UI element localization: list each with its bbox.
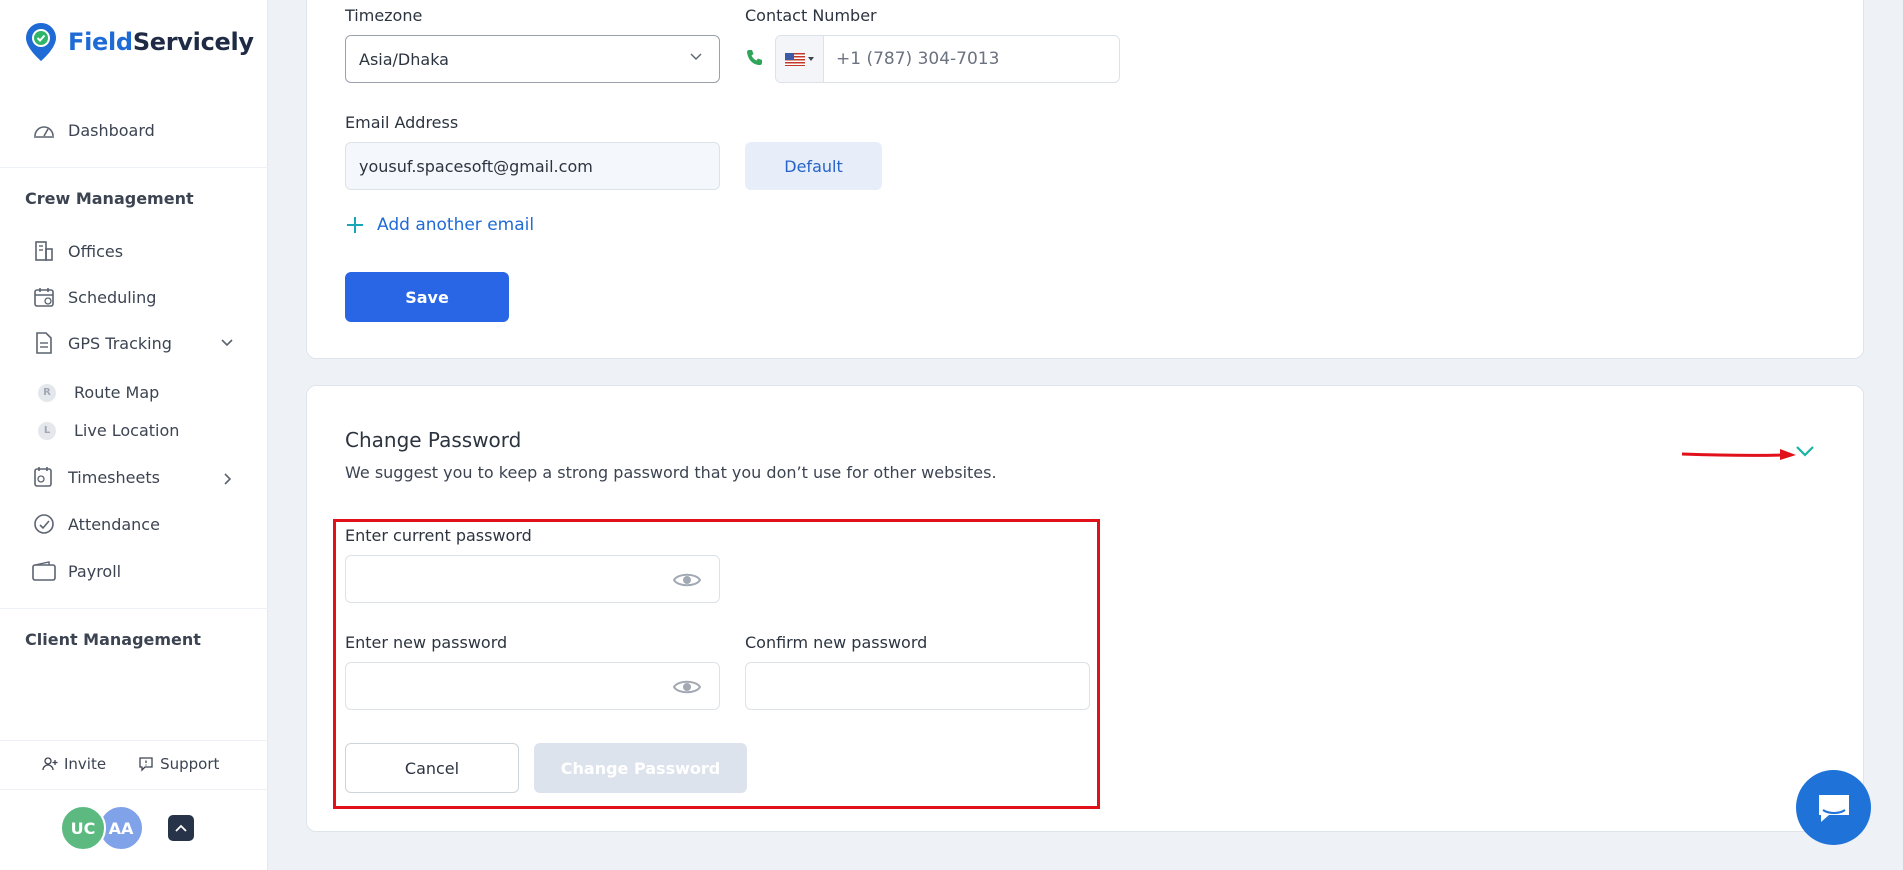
route-map-badge: R <box>38 383 56 402</box>
crew-management-heading: Crew Management <box>25 189 194 208</box>
nav-route-map[interactable]: R Route Map <box>38 383 159 402</box>
brand-name-part1: Field <box>68 28 133 56</box>
chevron-down-icon <box>690 53 702 60</box>
change-password-button[interactable]: Change Password <box>534 743 747 793</box>
nav-timesheets-label: Timesheets <box>68 467 160 487</box>
footer-divider <box>0 789 268 790</box>
chevron-down-icon[interactable] <box>220 338 234 348</box>
timezone-select[interactable]: Asia/Dhaka <box>345 35 720 83</box>
country-code-dropdown[interactable] <box>776 36 824 82</box>
brand-name-part2: Servicely <box>132 28 254 56</box>
nav-attendance-label: Attendance <box>68 514 160 534</box>
nav-payroll-label: Payroll <box>68 561 122 581</box>
avatar[interactable]: UC <box>60 805 106 851</box>
calendar-icon <box>32 285 56 309</box>
email-value: yousuf.spacesoft@gmail.com <box>359 156 593 176</box>
add-another-email-label: Add another email <box>377 215 535 235</box>
chat-icon <box>1818 794 1849 822</box>
current-password-input[interactable] <box>345 555 720 603</box>
nav-attendance[interactable]: Attendance <box>32 512 160 536</box>
nav-dashboard-label: Dashboard <box>68 120 155 140</box>
save-button[interactable]: Save <box>345 272 509 322</box>
change-password-title: Change Password <box>345 428 522 452</box>
nav-gps-tracking-label: GPS Tracking <box>68 333 172 353</box>
nav-offices-label: Offices <box>68 241 124 261</box>
phone-icon <box>747 50 762 65</box>
contact-number-field[interactable]: +1 (787) 304-7013 <box>775 35 1120 83</box>
nav-dashboard[interactable]: Dashboard <box>32 118 155 142</box>
attendance-gauge-icon <box>32 512 56 536</box>
speedometer-icon <box>32 118 56 142</box>
brand-logo[interactable]: FieldServicely <box>24 22 254 62</box>
client-management-heading: Client Management <box>25 630 201 649</box>
document-icon <box>32 331 56 355</box>
confirm-password-label: Confirm new password <box>745 633 928 652</box>
timesheet-icon <box>32 465 56 489</box>
chevron-up-icon <box>175 824 187 832</box>
nav-timesheets[interactable]: Timesheets <box>32 465 160 489</box>
sidebar: FieldServicely Dashboard Crew Management… <box>0 0 268 870</box>
wallet-icon <box>32 559 56 583</box>
eye-icon[interactable] <box>673 571 701 589</box>
eye-icon[interactable] <box>673 678 701 696</box>
location-pin-logo-icon <box>26 23 56 61</box>
nav-gps-tracking[interactable]: GPS Tracking <box>32 331 172 355</box>
support-link[interactable]: Support <box>138 755 219 773</box>
annotation-arrow <box>1681 449 1796 460</box>
chevron-down-icon[interactable] <box>1794 443 1816 459</box>
brand-name: FieldServicely <box>68 28 254 56</box>
new-password-label: Enter new password <box>345 633 508 652</box>
phone-number-value: +1 (787) 304-7013 <box>836 49 1000 69</box>
timezone-label: Timezone <box>345 6 423 25</box>
footer-links: Invite Support <box>42 755 219 773</box>
contact-number-label: Contact Number <box>745 6 877 25</box>
sidebar-footer: Invite Support UC AA <box>0 740 268 870</box>
change-password-description: We suggest you to keep a strong password… <box>345 463 997 482</box>
support-label: Support <box>160 755 220 773</box>
nav-scheduling[interactable]: Scheduling <box>32 285 156 309</box>
email-field[interactable]: yousuf.spacesoft@gmail.com <box>345 142 720 190</box>
nav-scheduling-label: Scheduling <box>68 287 157 307</box>
live-location-badge: L <box>38 421 56 440</box>
sidebar-divider <box>0 167 268 168</box>
nav-offices[interactable]: Offices <box>32 239 123 263</box>
nav-payroll[interactable]: Payroll <box>32 559 121 583</box>
cancel-button[interactable]: Cancel <box>345 743 519 793</box>
invite-label: Invite <box>64 755 107 773</box>
add-another-email-button[interactable]: Add another email <box>345 215 534 235</box>
current-password-label: Enter current password <box>345 526 532 545</box>
expand-up-button[interactable] <box>168 815 194 841</box>
nav-route-map-label: Route Map <box>74 383 160 402</box>
timezone-value: Asia/Dhaka <box>359 49 449 69</box>
chat-widget-button[interactable] <box>1796 770 1871 845</box>
nav-live-location-label: Live Location <box>74 421 180 440</box>
chat-bubble-icon <box>139 757 153 772</box>
new-password-input[interactable] <box>345 662 720 710</box>
chevron-right-icon[interactable] <box>223 472 233 486</box>
nav-live-location[interactable]: L Live Location <box>38 421 179 440</box>
email-address-label: Email Address <box>345 113 459 132</box>
default-email-button[interactable]: Default <box>745 142 882 190</box>
us-flag-icon <box>785 52 805 66</box>
confirm-password-input[interactable] <box>745 662 1090 710</box>
add-user-icon <box>42 757 58 771</box>
building-icon <box>32 239 56 263</box>
plus-icon <box>347 217 363 233</box>
sidebar-divider <box>0 608 268 609</box>
invite-link[interactable]: Invite <box>42 755 106 773</box>
caret-down-icon <box>808 57 814 61</box>
app-root: FieldServicely Dashboard Crew Management… <box>0 0 1903 870</box>
